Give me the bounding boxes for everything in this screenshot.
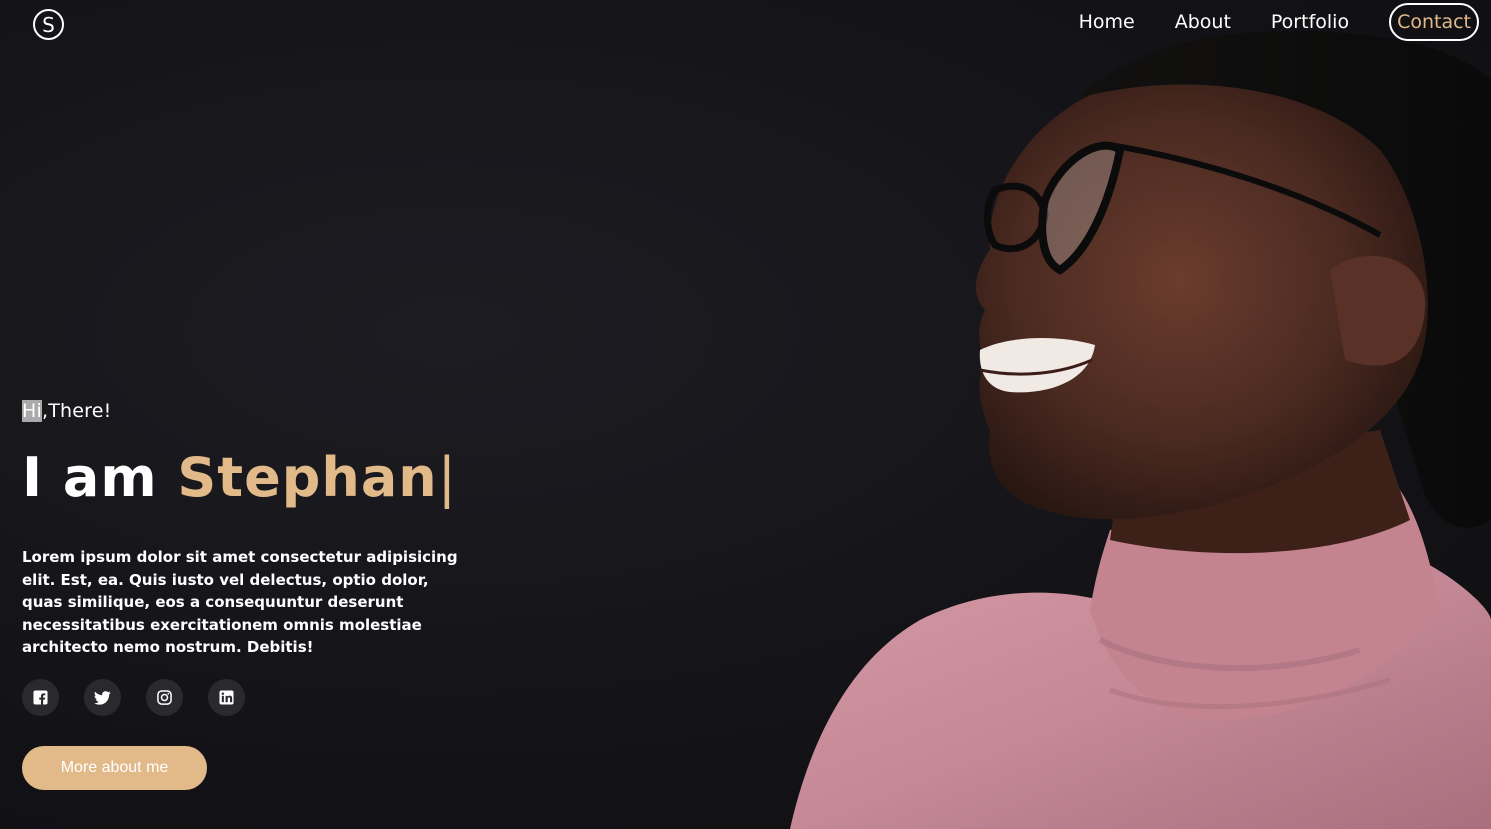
logo-letter: S xyxy=(42,12,55,37)
greeting: Hi,There! xyxy=(22,400,111,422)
nav-contact-button[interactable]: Contact xyxy=(1389,3,1479,41)
brand-logo[interactable]: S xyxy=(33,9,64,40)
social-links xyxy=(22,679,270,716)
headline-prefix: I am xyxy=(22,446,178,509)
instagram-icon[interactable] xyxy=(146,679,183,716)
greeting-highlight: Hi xyxy=(22,400,42,422)
facebook-icon[interactable] xyxy=(22,679,59,716)
twitter-icon[interactable] xyxy=(84,679,121,716)
headline-name: Stephan xyxy=(177,446,438,509)
linkedin-icon[interactable] xyxy=(208,679,245,716)
nav-home[interactable]: Home xyxy=(1079,4,1135,40)
hero-bio: Lorem ipsum dolor sit amet consectetur a… xyxy=(22,548,458,657)
nav-about[interactable]: About xyxy=(1175,4,1231,40)
hero-headline: I am Stephan| xyxy=(22,446,457,509)
greeting-rest: ,There! xyxy=(41,400,112,422)
more-about-me-button[interactable]: More about me xyxy=(22,746,207,790)
typing-caret: | xyxy=(437,446,457,509)
main-nav: Home About Portfolio Contact xyxy=(1079,3,1479,41)
nav-portfolio[interactable]: Portfolio xyxy=(1271,4,1349,40)
